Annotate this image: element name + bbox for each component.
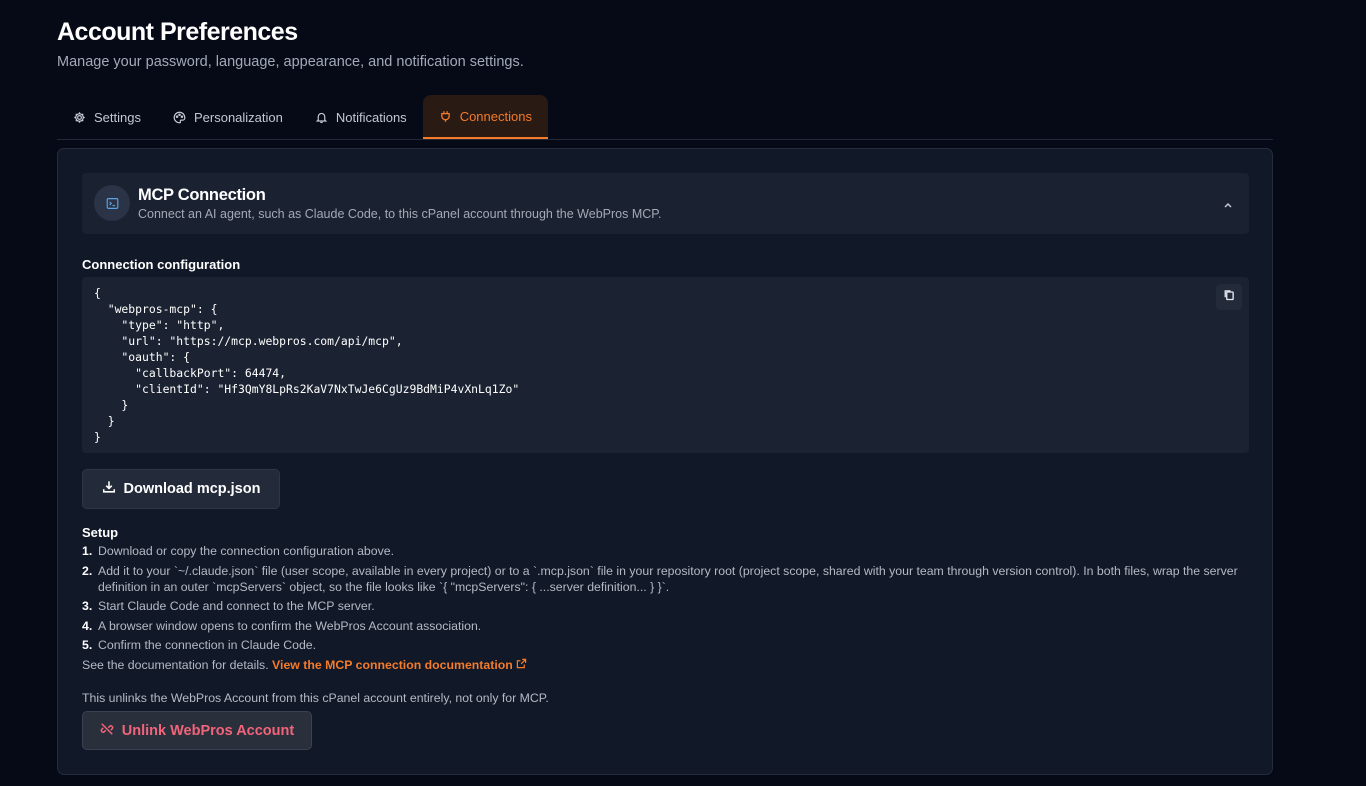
step-number: 2. xyxy=(82,563,93,578)
unlink-note: This unlinks the WebPros Account from th… xyxy=(82,691,549,705)
unlink-icon xyxy=(100,722,114,740)
gear-icon xyxy=(73,111,86,124)
mcp-connection-description: Connect an AI agent, such as Claude Code… xyxy=(138,207,662,221)
mcp-documentation-link[interactable]: View the MCP connection documentation xyxy=(272,658,527,672)
plug-icon xyxy=(439,110,452,123)
step-text: A browser window opens to confirm the We… xyxy=(98,618,482,633)
tab-personalization-label: Personalization xyxy=(193,109,283,125)
copy-icon xyxy=(1223,288,1235,306)
documentation-link-label: View the MCP connection documentation xyxy=(272,658,513,672)
connection-config-code: { "webpros-mcp": { "type": "http", "url"… xyxy=(82,277,1249,453)
documentation-line: See the documentation for details. View … xyxy=(82,658,527,672)
step-text: Add it to your `~/.claude.json` file (us… xyxy=(98,563,1238,594)
config-json-text: { "webpros-mcp": { "type": "http", "url"… xyxy=(94,286,520,444)
page-subtitle: Manage your password, language, appearan… xyxy=(57,54,524,70)
step-number: 4. xyxy=(82,618,93,633)
external-link-icon xyxy=(516,658,527,672)
documentation-prefix: See the documentation for details. xyxy=(82,658,269,672)
connections-card: MCP Connection Connect an AI agent, such… xyxy=(57,148,1273,775)
setup-step: 3. Start Claude Code and connect to the M… xyxy=(82,598,1242,614)
connection-configuration-label: Connection configuration xyxy=(82,257,241,272)
unlink-button-label: Unlink WebPros Account xyxy=(121,722,295,739)
step-text: Confirm the connection in Claude Code. xyxy=(98,638,317,652)
tab-bar: Settings Personalization Notifications C… xyxy=(57,95,1273,140)
setup-step: 2. Add it to your `~/.claude.json` file (… xyxy=(82,563,1242,595)
setup-steps-list: 1. Download or copy the connection config… xyxy=(82,543,1242,657)
tab-notifications[interactable]: Notifications xyxy=(299,95,423,139)
tab-connections[interactable]: Connections xyxy=(422,95,548,139)
bell-icon xyxy=(315,111,328,124)
download-button-label: Download mcp.json xyxy=(123,481,261,497)
tab-connections-label: Connections xyxy=(459,108,532,124)
copy-config-button[interactable] xyxy=(1216,284,1242,310)
step-text: Start Claude Code and connect to the MCP… xyxy=(98,599,375,613)
download-icon xyxy=(102,480,116,498)
step-number: 1. xyxy=(82,544,93,558)
setup-step: 1. Download or copy the connection config… xyxy=(82,543,1242,559)
mcp-connection-title: MCP Connection xyxy=(138,186,266,204)
setup-title: Setup xyxy=(82,525,119,540)
step-number: 5. xyxy=(82,638,93,652)
mcp-connection-header[interactable]: MCP Connection Connect an AI agent, such… xyxy=(82,173,1249,234)
setup-step: 4. A browser window opens to confirm the … xyxy=(82,618,1242,634)
tab-settings-label: Settings xyxy=(94,109,141,125)
palette-icon xyxy=(173,111,186,124)
download-mcp-json-button[interactable]: Download mcp.json xyxy=(82,469,280,509)
tab-personalization[interactable]: Personalization xyxy=(157,95,299,139)
chevron-up-icon[interactable] xyxy=(1223,196,1233,214)
step-number: 3. xyxy=(82,599,93,613)
unlink-webpros-account-button[interactable]: Unlink WebPros Account xyxy=(82,711,312,750)
step-text: Download or copy the connection configur… xyxy=(98,544,395,558)
tab-notifications-label: Notifications xyxy=(335,109,407,125)
tab-settings[interactable]: Settings xyxy=(57,95,157,139)
page-title: Account Preferences xyxy=(57,18,298,46)
terminal-icon xyxy=(94,185,130,221)
setup-step: 5. Confirm the connection in Claude Code. xyxy=(82,637,1242,653)
